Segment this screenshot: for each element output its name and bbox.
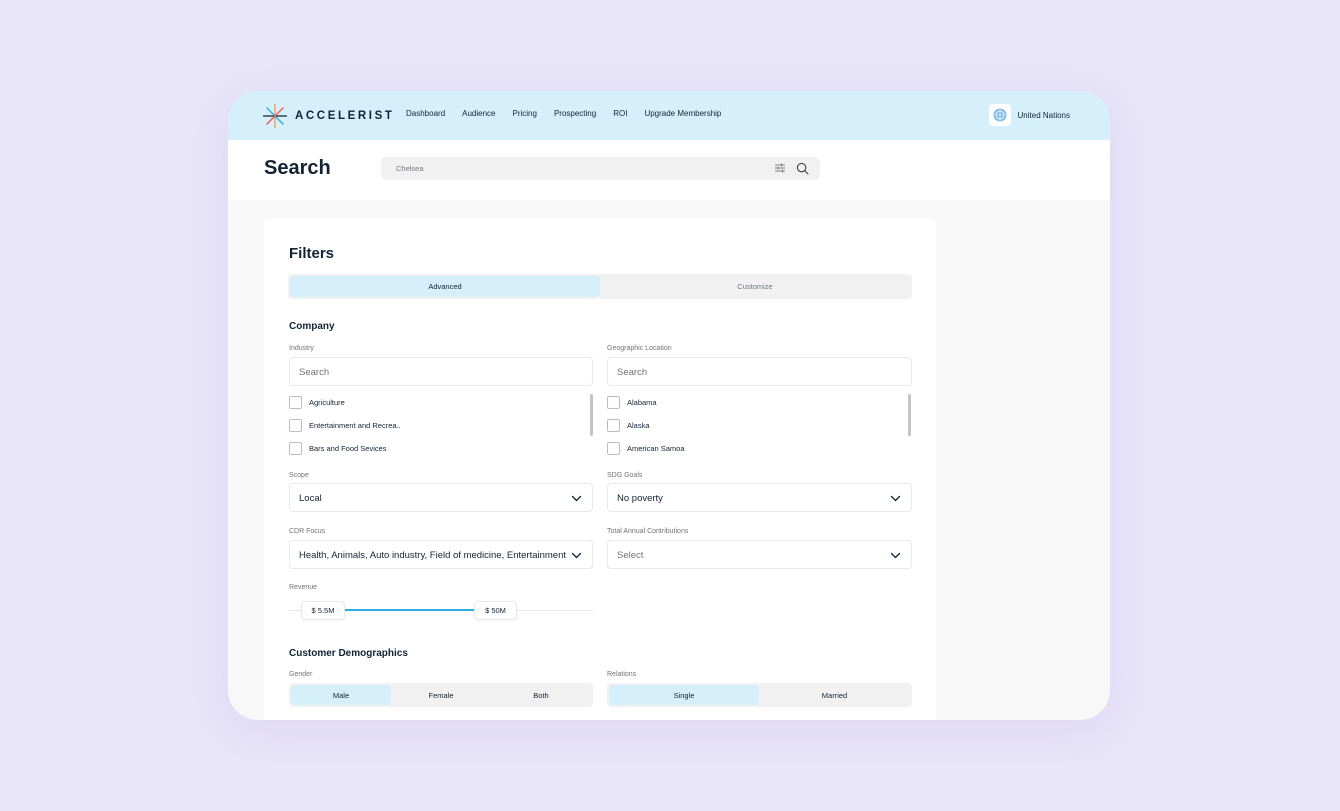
contributions-placeholder: Select bbox=[617, 550, 644, 561]
relations-label: Relations bbox=[607, 671, 637, 678]
relations-toggle: Single Married bbox=[607, 683, 912, 707]
organization-name: United Nations bbox=[1017, 110, 1070, 120]
page-header: Search Chelsea bbox=[228, 140, 1110, 200]
industry-scrollbar[interactable] bbox=[590, 394, 593, 436]
un-emblem-icon bbox=[993, 108, 1007, 122]
nav-item-roi[interactable]: ROI bbox=[613, 109, 627, 118]
scope-select[interactable]: Local bbox=[289, 483, 593, 512]
industry-label: Industry bbox=[289, 345, 314, 352]
location-scrollbar[interactable] bbox=[908, 394, 911, 436]
chevron-down-icon bbox=[890, 552, 901, 559]
location-search-input[interactable]: Search bbox=[607, 357, 912, 386]
nav-item-upgrade-membership[interactable]: Upgrade Membership bbox=[644, 109, 721, 118]
location-option-label: American Samoa bbox=[627, 443, 685, 453]
checkbox[interactable] bbox=[607, 441, 620, 455]
app-window: ACCELERIST Dashboard Audience Pricing Pr… bbox=[228, 91, 1110, 720]
gender-female-button[interactable]: Female bbox=[391, 685, 491, 705]
industry-option-label: Bars and Food Sevices bbox=[309, 443, 387, 453]
accelerist-logo-icon bbox=[263, 104, 287, 128]
nav-item-dashboard[interactable]: Dashboard bbox=[406, 109, 445, 118]
location-option-label: Alaska bbox=[627, 420, 650, 430]
industry-option-label: Entertainment and Recrea.. bbox=[309, 420, 401, 430]
cdr-focus-label: CDR Focus bbox=[289, 528, 326, 535]
filters-tabs: Advanced Customize bbox=[288, 274, 912, 299]
filter-sliders-icon[interactable] bbox=[774, 162, 786, 174]
scope-value: Local bbox=[299, 493, 322, 504]
organization-menu[interactable]: United Nations bbox=[988, 104, 1070, 126]
revenue-max-handle[interactable]: $ 50M bbox=[474, 601, 517, 620]
avatar bbox=[988, 104, 1011, 126]
location-label: Geographic Location bbox=[607, 345, 672, 352]
industry-search-placeholder: Search bbox=[299, 367, 330, 378]
revenue-slider-range bbox=[344, 609, 494, 611]
search-input[interactable]: Chelsea bbox=[381, 157, 820, 180]
checkbox[interactable] bbox=[289, 441, 302, 455]
nav-item-pricing[interactable]: Pricing bbox=[513, 109, 537, 118]
revenue-min-handle[interactable]: $ 5.5M bbox=[301, 601, 345, 620]
sdg-goals-value: No poverty bbox=[617, 493, 663, 504]
checkbox[interactable] bbox=[607, 395, 620, 409]
location-search-placeholder: Search bbox=[617, 367, 648, 378]
logo[interactable]: ACCELERIST bbox=[262, 103, 394, 129]
location-option[interactable]: Alaska bbox=[607, 418, 650, 432]
gender-label: Gender bbox=[289, 671, 313, 678]
checkbox[interactable] bbox=[289, 418, 302, 432]
nav-item-prospecting[interactable]: Prospecting bbox=[554, 109, 596, 118]
contributions-select[interactable]: Select bbox=[607, 540, 912, 569]
scope-label: Scope bbox=[289, 472, 309, 479]
checkbox[interactable] bbox=[607, 418, 620, 432]
nav-item-audience[interactable]: Audience bbox=[462, 109, 495, 118]
location-option[interactable]: American Samoa bbox=[607, 441, 685, 455]
cdr-focus-value: Health, Animals, Auto industry, Field of… bbox=[299, 550, 567, 561]
search-icon[interactable] bbox=[796, 162, 809, 175]
chevron-down-icon bbox=[571, 495, 582, 502]
search-input-value: Chelsea bbox=[396, 164, 424, 173]
chevron-down-icon bbox=[890, 495, 901, 502]
chevron-down-icon bbox=[571, 552, 582, 559]
main-nav: Dashboard Audience Pricing Prospecting R… bbox=[406, 109, 738, 118]
industry-option[interactable]: Agriculture bbox=[289, 395, 345, 409]
relations-married-button[interactable]: Married bbox=[759, 685, 910, 705]
industry-option-label: Agriculture bbox=[309, 397, 345, 407]
filters-title: Filters bbox=[289, 245, 335, 262]
gender-toggle: Male Female Both bbox=[289, 683, 593, 707]
sdg-goals-select[interactable]: No poverty bbox=[607, 483, 912, 512]
location-option-label: Alabama bbox=[627, 397, 657, 407]
industry-option[interactable]: Entertainment and Recrea.. bbox=[289, 418, 401, 432]
tab-advanced[interactable]: Advanced bbox=[290, 276, 600, 297]
logo-text: ACCELERIST bbox=[295, 110, 395, 122]
customer-demographics-title: Customer Demographics bbox=[289, 648, 408, 659]
cdr-focus-select[interactable]: Health, Animals, Auto industry, Field of… bbox=[289, 540, 593, 569]
location-option[interactable]: Alabama bbox=[607, 395, 657, 409]
gender-both-button[interactable]: Both bbox=[491, 685, 591, 705]
revenue-label: Revenue bbox=[289, 584, 318, 591]
relations-single-button[interactable]: Single bbox=[609, 685, 759, 705]
checkbox[interactable] bbox=[289, 395, 302, 409]
company-section-title: Company bbox=[289, 321, 335, 332]
tab-customize[interactable]: Customize bbox=[600, 276, 910, 297]
industry-option[interactable]: Bars and Food Sevices bbox=[289, 441, 387, 455]
top-navigation-bar: ACCELERIST Dashboard Audience Pricing Pr… bbox=[228, 91, 1110, 140]
filters-panel: Filters Advanced Customize Company Indus… bbox=[264, 218, 936, 720]
gender-male-button[interactable]: Male bbox=[291, 685, 391, 705]
page-title: Search bbox=[264, 157, 331, 179]
sdg-goals-label: SDG Goals bbox=[607, 472, 643, 479]
industry-search-input[interactable]: Search bbox=[289, 357, 593, 386]
contributions-label: Total Annual Contributions bbox=[607, 528, 689, 535]
